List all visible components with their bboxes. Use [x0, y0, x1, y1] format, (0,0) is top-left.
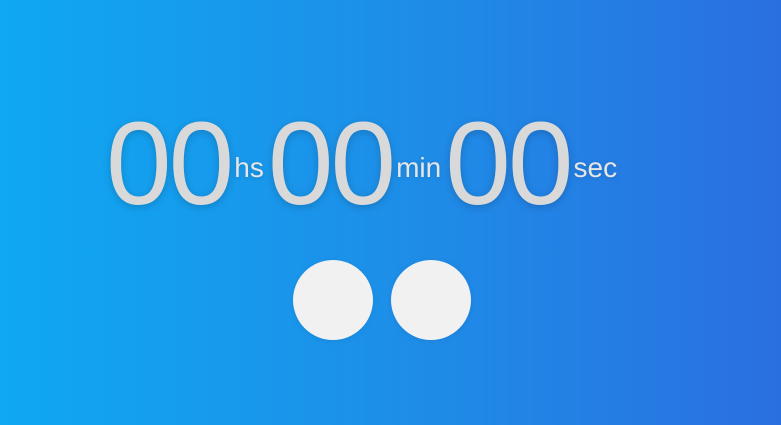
minutes-label: min	[396, 152, 442, 183]
seconds-label: sec	[573, 152, 618, 183]
hours-label: hs	[234, 152, 264, 183]
timer-controls	[293, 260, 471, 340]
hours-value: 00	[106, 98, 234, 230]
hours-group: 00 hs	[106, 105, 268, 223]
seconds-group: 00 sec	[445, 105, 621, 223]
seconds-value: 00	[445, 98, 573, 230]
right-circle-button[interactable]	[391, 260, 471, 340]
minutes-group: 00 min	[268, 105, 445, 223]
left-circle-button[interactable]	[293, 260, 373, 340]
timer-display: 00 hs 00 min 00 sec	[106, 104, 621, 224]
minutes-value: 00	[267, 98, 396, 230]
